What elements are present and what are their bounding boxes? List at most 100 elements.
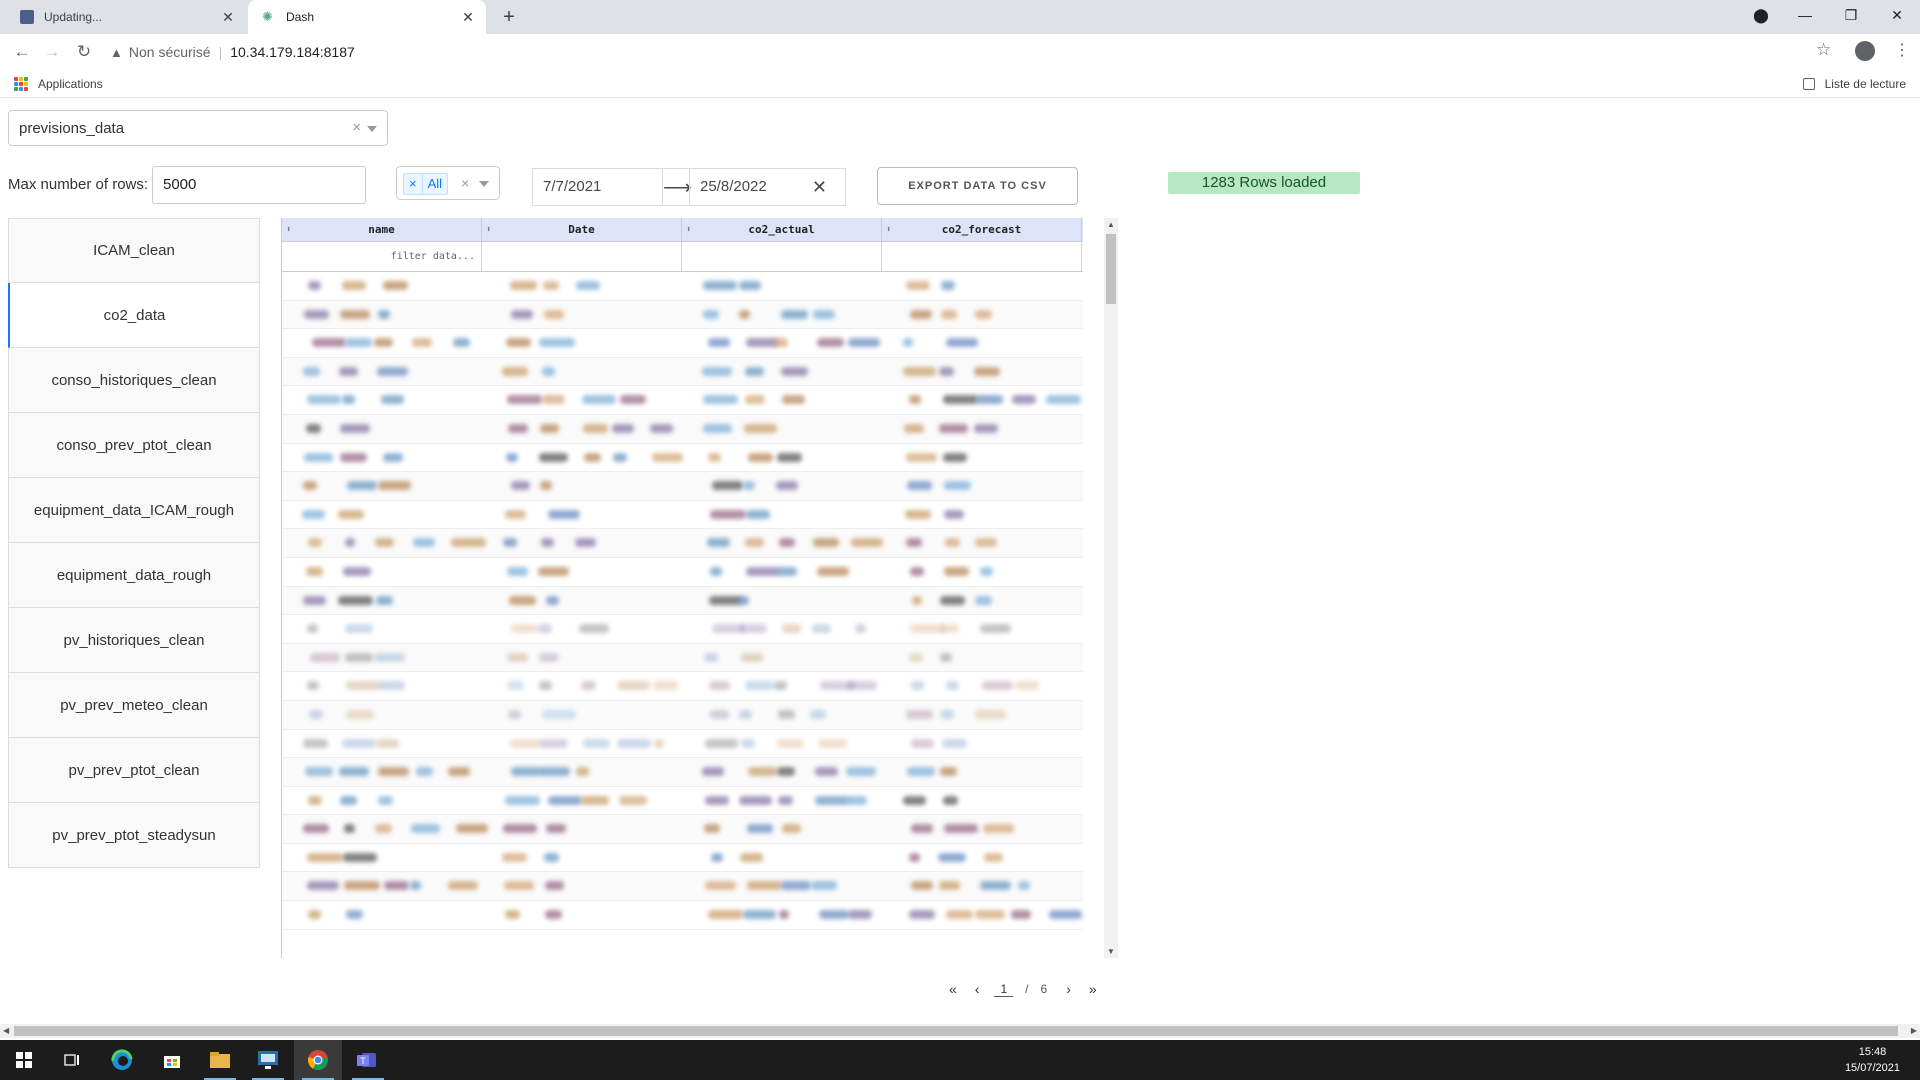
warning-icon: ▲ <box>110 44 123 60</box>
previous-page-button[interactable]: ‹ <box>975 981 980 997</box>
table-row[interactable] <box>282 730 1083 759</box>
table-row[interactable] <box>282 815 1083 844</box>
scroll-up-icon[interactable]: ▲ <box>1104 220 1118 229</box>
tab-dash[interactable]: ✺ Dash ✕ <box>248 0 486 34</box>
redacted-cell-text <box>538 738 568 748</box>
chevron-down-icon[interactable] <box>479 181 489 187</box>
sidebar-item-pv-prev-meteo-clean[interactable]: pv_prev_meteo_clean <box>8 673 260 738</box>
forward-icon[interactable]: → <box>40 40 64 64</box>
table-row[interactable] <box>282 872 1083 902</box>
filter-input-name[interactable]: filter data... <box>282 242 482 272</box>
start-date-input[interactable]: 7/7/2021 <box>533 169 663 205</box>
reload-icon[interactable]: ↻ <box>72 40 96 64</box>
sort-icon[interactable]: ⬍ <box>686 218 691 242</box>
table-row[interactable] <box>282 558 1083 587</box>
sidebar-item-pv-prev-ptot-clean[interactable]: pv_prev_ptot_clean <box>8 738 260 803</box>
address-bar[interactable]: ▲ Non sécurisé | 10.34.179.184:8187 <box>110 38 1836 66</box>
category-multiselect[interactable]: × All × <box>396 166 500 200</box>
table-scrollbar[interactable]: ▲ ▼ <box>1104 218 1118 958</box>
bookmark-star-icon[interactable]: ☆ <box>1816 40 1831 60</box>
end-date-input[interactable]: 25/8/2022 <box>689 169 819 205</box>
store-icon[interactable] <box>148 1040 196 1080</box>
sidebar-item-co2-data[interactable]: co2_data <box>8 283 260 348</box>
teams-icon[interactable]: T <box>344 1040 392 1080</box>
clear-selection-icon[interactable]: × <box>352 119 361 136</box>
table-row[interactable] <box>282 586 1083 616</box>
table-row[interactable] <box>282 700 1083 730</box>
table-row[interactable] <box>282 901 1083 930</box>
sidebar-item-conso-historiques-clean[interactable]: conso_historiques_clean <box>8 348 260 413</box>
table-row[interactable] <box>282 529 1083 558</box>
table-row[interactable] <box>282 844 1083 873</box>
max-rows-input[interactable]: 5000 <box>152 166 366 204</box>
column-header-co2-actual[interactable]: ⬍ co2_actual <box>682 218 882 242</box>
sidebar-item-equipment-data-icam-rough[interactable]: equipment_data_ICAM_rough <box>8 478 260 543</box>
table-row[interactable] <box>282 272 1083 301</box>
back-icon[interactable]: ← <box>10 40 34 64</box>
close-tab-icon[interactable]: ✕ <box>460 9 476 25</box>
chrome-icon[interactable] <box>294 1040 342 1080</box>
filter-input-co2-actual[interactable] <box>682 242 882 272</box>
table-row[interactable] <box>282 758 1083 787</box>
edge-icon[interactable] <box>98 1040 146 1080</box>
close-tab-icon[interactable]: ✕ <box>220 9 236 25</box>
table-row[interactable] <box>282 615 1083 644</box>
chip-remove-icon[interactable]: × <box>404 174 423 194</box>
dataset-dropdown[interactable]: previsions_data × <box>8 110 388 146</box>
table-row[interactable] <box>282 386 1083 415</box>
table-row[interactable] <box>282 672 1083 701</box>
sidebar-item-icam-clean[interactable]: ICAM_clean <box>8 218 260 283</box>
filter-input-date[interactable] <box>482 242 682 272</box>
table-row[interactable] <box>282 357 1083 387</box>
scroll-down-icon[interactable]: ▼ <box>1104 947 1118 956</box>
tab-updating[interactable]: Updating... ✕ <box>10 0 246 34</box>
scroll-right-icon[interactable]: ▶ <box>1911 1024 1917 1038</box>
system-clock[interactable]: 15:48 15/07/2021 <box>1845 1044 1900 1076</box>
column-header-date[interactable]: ⬍ Date <box>482 218 682 242</box>
profile-avatar-icon[interactable] <box>1855 41 1875 61</box>
restore-icon[interactable]: ❐ <box>1828 0 1874 30</box>
close-window-icon[interactable]: ✕ <box>1874 0 1920 30</box>
sidebar-item-pv-prev-ptot-steadysun[interactable]: pv_prev_ptot_steadysun <box>8 803 260 868</box>
scrollbar-thumb[interactable] <box>14 1026 1898 1036</box>
clear-dates-icon[interactable]: ✕ <box>812 177 827 198</box>
sort-icon[interactable]: ⬍ <box>886 218 891 242</box>
current-page-input[interactable]: 1 <box>994 982 1014 997</box>
clear-all-icon[interactable]: × <box>461 175 469 191</box>
table-row[interactable] <box>282 501 1083 530</box>
scrollbar-thumb[interactable] <box>1106 234 1116 304</box>
tab-search-icon[interactable]: ⬤ <box>1738 0 1784 30</box>
table-row[interactable] <box>282 329 1083 358</box>
first-page-button[interactable]: « <box>949 981 957 997</box>
sidebar-item-pv-historiques-clean[interactable]: pv_historiques_clean <box>8 608 260 673</box>
table-row[interactable] <box>282 300 1083 330</box>
sort-icon[interactable]: ⬍ <box>286 218 291 242</box>
table-row[interactable] <box>282 444 1083 473</box>
table-row[interactable] <box>282 643 1083 673</box>
table-row[interactable] <box>282 472 1083 501</box>
browser-menu-icon[interactable]: ⋮ <box>1894 40 1910 60</box>
minimize-icon[interactable]: — <box>1782 0 1828 30</box>
scroll-left-icon[interactable]: ◀ <box>3 1024 9 1038</box>
windows-start-icon[interactable] <box>0 1040 48 1080</box>
table-row[interactable] <box>282 787 1083 816</box>
chevron-down-icon[interactable] <box>367 126 377 132</box>
remote-desktop-icon[interactable] <box>244 1040 292 1080</box>
task-view-icon[interactable] <box>48 1040 96 1080</box>
column-header-co2-forecast[interactable]: ⬍ co2_forecast <box>882 218 1082 242</box>
column-header-name[interactable]: ⬍ name <box>282 218 482 242</box>
export-csv-button[interactable]: EXPORT DATA TO CSV <box>877 167 1078 205</box>
last-page-button[interactable]: » <box>1089 981 1097 997</box>
page-horizontal-scrollbar[interactable]: ◀ ▶ <box>0 1024 1920 1038</box>
file-explorer-icon[interactable] <box>196 1040 244 1080</box>
apps-link[interactable]: Applications <box>38 77 103 91</box>
new-tab-icon[interactable]: + <box>498 6 520 28</box>
apps-grid-icon[interactable] <box>14 77 28 91</box>
sort-icon[interactable]: ⬍ <box>486 218 491 242</box>
sidebar-item-equipment-data-rough[interactable]: equipment_data_rough <box>8 543 260 608</box>
reading-list-button[interactable]: Liste de lecture <box>1802 77 1906 91</box>
filter-input-co2-forecast[interactable] <box>882 242 1082 272</box>
sidebar-item-conso-prev-ptot-clean[interactable]: conso_prev_ptot_clean <box>8 413 260 478</box>
next-page-button[interactable]: › <box>1066 981 1071 997</box>
table-row[interactable] <box>282 414 1083 444</box>
